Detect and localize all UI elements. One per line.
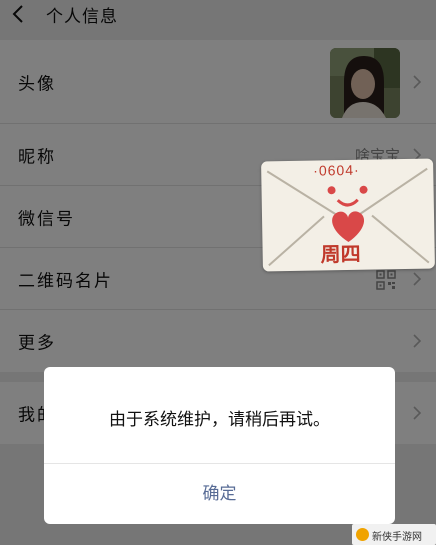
watermark-text: 新侠手游网 [372, 532, 422, 543]
sticker-weekday: 周四 [320, 243, 361, 267]
dialog-message: 由于系统维护，请稍后再试。 [109, 410, 330, 430]
watermark-logo-icon [356, 528, 369, 541]
sticker-date: ·0604· [313, 161, 360, 179]
confirm-button[interactable]: 确定 [44, 464, 395, 524]
site-watermark: 新侠手游网 [352, 524, 436, 545]
alert-dialog: 由于系统维护，请稍后再试。 确定 [44, 367, 395, 524]
envelope-sticker: ·0604· 周四 [261, 158, 435, 272]
